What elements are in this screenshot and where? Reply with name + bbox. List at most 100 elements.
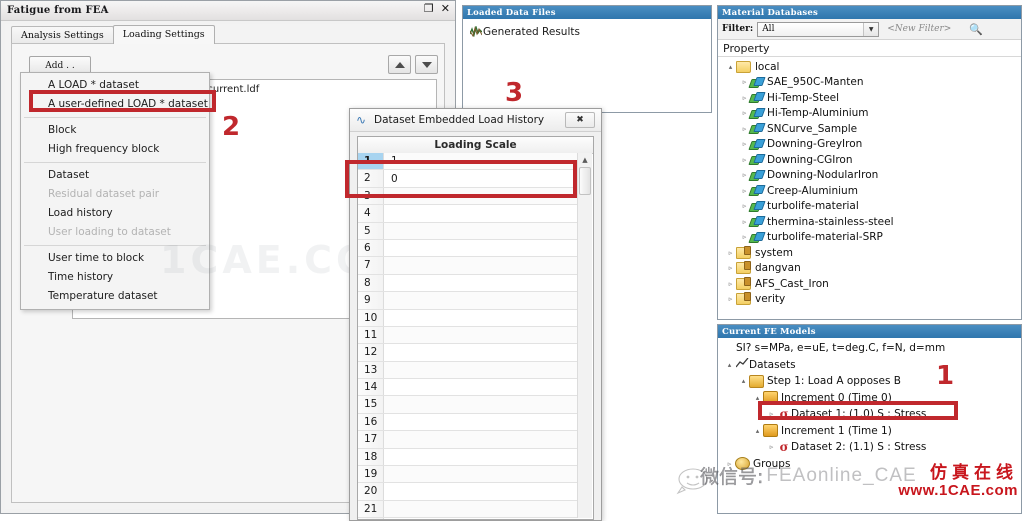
search-icon[interactable]: 🔍	[969, 23, 983, 36]
tab-analysis-settings[interactable]: Analysis Settings	[11, 26, 114, 44]
tab-loading-settings[interactable]: Loading Settings	[112, 25, 215, 44]
menu-item-temperature-dataset[interactable]: Temperature dataset	[21, 287, 209, 306]
menu-item-a-load-dataset[interactable]: A LOAD * dataset	[21, 76, 209, 95]
menu-item-dataset[interactable]: Dataset	[21, 166, 209, 185]
expander-icon[interactable]: ▹	[724, 460, 735, 468]
menu-item-time-history[interactable]: Time history	[21, 268, 209, 287]
row-value[interactable]: 0	[384, 171, 398, 187]
filter-select[interactable]: All ▼	[757, 21, 880, 37]
chevron-down-icon[interactable]: ▼	[863, 22, 879, 36]
new-filter-input[interactable]: <New Filter>	[887, 24, 951, 34]
expander-icon[interactable]: ▹	[766, 410, 777, 418]
table-row[interactable]: 22	[358, 518, 578, 519]
move-up-button[interactable]	[388, 55, 411, 74]
row-value[interactable]: 1	[384, 153, 398, 169]
expander-icon[interactable]: ▹	[725, 264, 736, 272]
dialog-scrollbar[interactable]: ▲	[577, 153, 592, 518]
expander-icon[interactable]: ▹	[725, 249, 736, 257]
tree-node-increment-1[interactable]: ▴ Increment 1 (Time 1)	[720, 423, 1021, 440]
material-icon	[750, 216, 763, 227]
table-row[interactable]: 3	[358, 187, 578, 206]
table-row[interactable]: 17	[358, 431, 578, 449]
row-number: 8	[358, 274, 384, 292]
menu-item-user-time-to-block[interactable]: User time to block	[21, 249, 209, 268]
expander-icon[interactable]: ▴	[738, 377, 749, 385]
tree-node-local[interactable]: ▴ local	[721, 59, 1021, 75]
list-item[interactable]: ▹ turbolife-material-SRP	[721, 230, 1021, 246]
table-row[interactable]: 5	[358, 222, 578, 240]
close-icon[interactable]: ✖	[565, 112, 595, 128]
list-item[interactable]: ▹ thermina-stainless-steel	[721, 214, 1021, 230]
row-number: 19	[358, 466, 384, 483]
table-row[interactable]: 13	[358, 361, 578, 380]
table-row[interactable]: 10	[358, 309, 578, 327]
scrollbar-thumb[interactable]	[579, 167, 591, 195]
table-row[interactable]: 9	[358, 292, 578, 310]
menu-item-a-user-defined-load-dataset[interactable]: A user-defined LOAD * dataset	[21, 95, 209, 114]
list-item[interactable]: ▹ Hi-Temp-Steel	[721, 90, 1021, 106]
expander-icon[interactable]: ▴	[724, 361, 735, 369]
table-row[interactable]: 11	[358, 326, 578, 345]
material-icon	[750, 77, 763, 88]
list-item[interactable]: ▹ Downing-GreyIron	[721, 137, 1021, 153]
menu-item-high-frequency-block[interactable]: High frequency block	[21, 140, 209, 159]
settings-tabs: Analysis Settings Loading Settings	[11, 25, 215, 44]
list-item[interactable]: ▹ Downing-NodularIron	[721, 168, 1021, 184]
material-label: turbolife-material-SRP	[767, 231, 883, 244]
list-item[interactable]: ▹ system	[721, 245, 1021, 261]
tree-node-dataset-2[interactable]: ▹ σ Dataset 2: (1.1) S : Stress	[720, 439, 1021, 456]
list-item[interactable]: Generated Results	[469, 23, 711, 40]
list-item[interactable]: ▹ AFS_Cast_Iron	[721, 276, 1021, 292]
table-row[interactable]: 1 1	[358, 153, 578, 171]
table-row[interactable]: 7	[358, 257, 578, 275]
expander-icon[interactable]: ▹	[725, 295, 736, 303]
scroll-up-arrow-icon[interactable]: ▲	[578, 153, 592, 166]
list-item[interactable]: ▹ Hi-Temp-Aluminium	[721, 106, 1021, 122]
table-row[interactable]: 18	[358, 448, 578, 467]
table-row[interactable]: 8	[358, 274, 578, 293]
tree-node-datasets[interactable]: ▴ Datasets	[720, 357, 1021, 374]
expander-icon[interactable]: ▹	[725, 280, 736, 288]
expander-icon[interactable]: ▴	[725, 63, 736, 71]
table-row[interactable]: 6	[358, 239, 578, 258]
tree-node-groups[interactable]: ▹ Groups	[720, 456, 1021, 473]
list-item[interactable]: ▹ Downing-CGIron	[721, 152, 1021, 168]
expander-icon[interactable]: ▴	[752, 394, 763, 402]
tree-node-dataset-1[interactable]: ▹ σ Dataset 1: (1.0) S : Stress	[720, 406, 1021, 423]
material-icon	[750, 232, 763, 243]
tree-node-step-1[interactable]: ▴ Step 1: Load A opposes B	[720, 373, 1021, 390]
table-row[interactable]: 21	[358, 500, 578, 519]
expander-icon[interactable]: ▴	[752, 427, 763, 435]
table-row[interactable]: 12	[358, 344, 578, 362]
list-item[interactable]: ▹ SNCurve_Sample	[721, 121, 1021, 137]
material-label: Downing-CGIron	[767, 153, 853, 166]
table-row[interactable]: 4	[358, 205, 578, 223]
loaded-data-files-title: Loaded Data Files	[463, 6, 711, 19]
tree-node-increment-0[interactable]: ▴ Increment 0 (Time 0)	[720, 390, 1021, 407]
expander-icon[interactable]: ▹	[766, 443, 777, 451]
table-row[interactable]: 14	[358, 379, 578, 397]
row-number: 5	[358, 222, 384, 239]
menu-item-block[interactable]: Block	[21, 121, 209, 140]
filter-label: Filter:	[722, 24, 754, 34]
add-dropdown-menu: A LOAD * dataset A user-defined LOAD * d…	[20, 72, 210, 310]
table-row[interactable]: 19	[358, 466, 578, 484]
list-item[interactable]: ▹ SAE_950C-Manten	[721, 75, 1021, 91]
material-icon	[750, 154, 763, 165]
list-item[interactable]: ▹ verity	[721, 292, 1021, 308]
list-item[interactable]: ▹ Creep-Aluminium	[721, 183, 1021, 199]
list-item[interactable]: ▹ dangvan	[721, 261, 1021, 277]
stress-sigma-icon: σ	[779, 407, 789, 422]
close-icon[interactable]: ✕	[441, 3, 450, 15]
folder-label: system	[755, 246, 793, 259]
table-row[interactable]: 20	[358, 483, 578, 501]
menu-item-load-history[interactable]: Load history	[21, 204, 209, 223]
table-row[interactable]: 16	[358, 413, 578, 432]
table-row[interactable]: 2 0	[358, 170, 578, 188]
restore-icon[interactable]: ❐	[424, 3, 434, 15]
table-row[interactable]: 15	[358, 396, 578, 414]
annotation-marker-3: 3	[505, 78, 524, 108]
menu-item-residual-dataset-pair: Residual dataset pair	[48, 188, 160, 200]
list-item[interactable]: ▹ turbolife-material	[721, 199, 1021, 215]
move-down-button[interactable]	[415, 55, 438, 74]
